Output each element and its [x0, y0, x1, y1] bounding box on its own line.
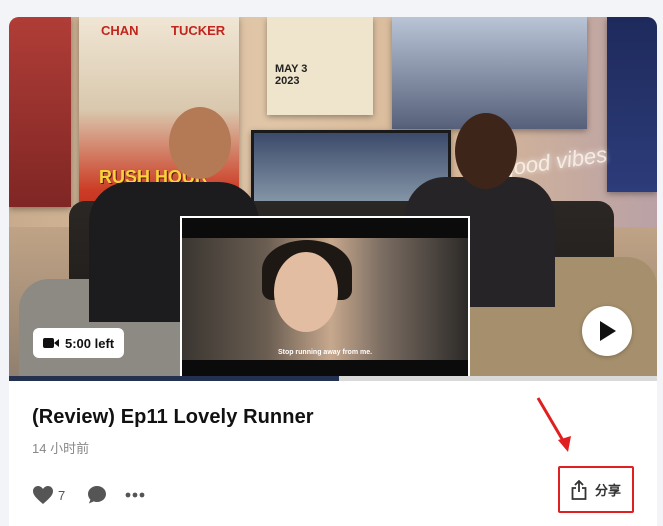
- comment-bubble-icon: [88, 486, 107, 504]
- time-left-badge: 5:00 left: [33, 328, 125, 358]
- share-label: 分享: [594, 483, 621, 498]
- video-camera-icon: [43, 338, 59, 348]
- video-progress-fill: [9, 376, 340, 381]
- like-button[interactable]: 7: [32, 485, 65, 505]
- poster-event: MAY 3 2023: [267, 17, 373, 115]
- poster-anime-group: [392, 17, 587, 129]
- post-card: CHAN TUCKER RUSH HOUR MAY 3 2023 good vi…: [9, 17, 657, 526]
- poster-event-date: MAY 3 2023: [275, 63, 308, 87]
- inset-subtitle: Stop running away from me.: [277, 349, 373, 356]
- person-left-head: [169, 107, 231, 179]
- time-left-label: 5:00 left: [65, 335, 115, 351]
- poster-name-1: CHAN: [101, 23, 139, 38]
- post-title[interactable]: (Review) Ep11 Lovely Runner: [32, 406, 314, 429]
- heart-icon: [33, 486, 53, 504]
- play-icon: [600, 321, 616, 341]
- action-bar: 7: [32, 483, 145, 507]
- poster-name-2: TUCKER: [171, 23, 226, 38]
- play-button[interactable]: [582, 306, 632, 356]
- share-icon: [571, 479, 587, 500]
- like-count: 7: [58, 487, 66, 503]
- comment-button[interactable]: [87, 485, 107, 505]
- video-thumbnail[interactable]: CHAN TUCKER RUSH HOUR MAY 3 2023 good vi…: [9, 17, 657, 381]
- video-progress-bar[interactable]: [9, 376, 657, 381]
- poster-right: [607, 17, 657, 192]
- share-button[interactable]: 分享: [558, 466, 634, 513]
- post-timestamp: 14 小时前: [32, 441, 90, 456]
- more-options-button[interactable]: [125, 492, 145, 498]
- poster-left: [9, 17, 71, 207]
- inset-face: [274, 252, 338, 332]
- inset-video: Stop running away from me.: [180, 216, 470, 381]
- more-dots-icon: [125, 492, 145, 498]
- person-right-head: [455, 113, 517, 189]
